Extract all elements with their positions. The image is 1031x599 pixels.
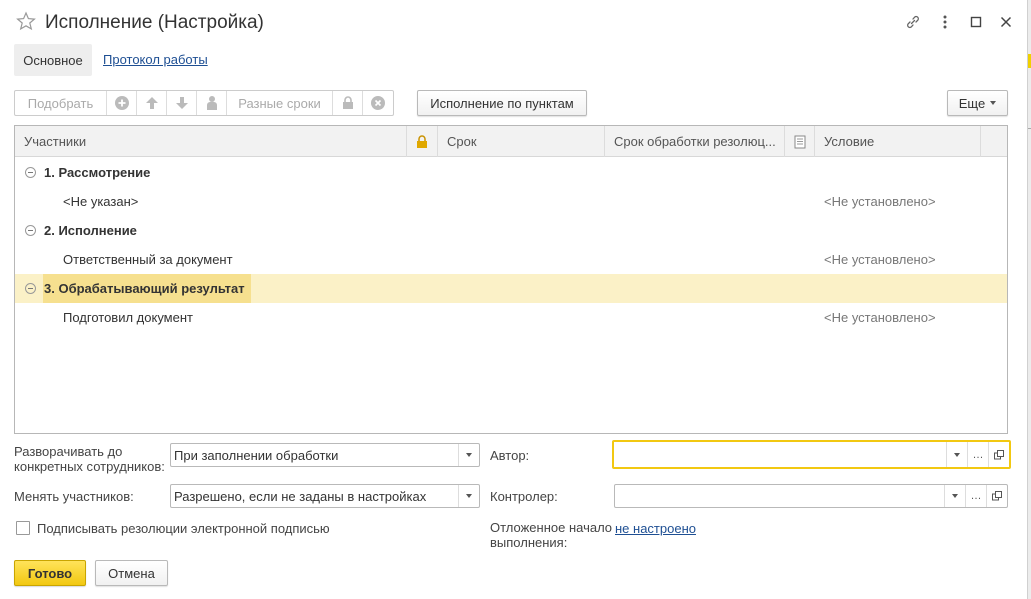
controller-field[interactable]: … (614, 484, 1008, 508)
table-row[interactable]: <Не указан> <Не установлено> (15, 187, 1007, 216)
change-participants-label: Менять участников: (14, 489, 134, 504)
more-menu-button[interactable]: Еще (947, 90, 1008, 116)
column-spacer (981, 126, 1007, 157)
table-row-selected[interactable]: 3. Обрабатывающий результат (15, 274, 1007, 303)
select-ellipsis-icon[interactable]: … (965, 485, 986, 507)
open-icon[interactable] (988, 442, 1009, 467)
user-icon[interactable] (197, 91, 227, 115)
participant-label: Ответственный за документ (63, 252, 233, 267)
change-participants-value: Разрешено, если не заданы в настройках (174, 489, 427, 504)
collapse-icon[interactable] (25, 225, 36, 236)
dropdown-arrow-icon[interactable] (944, 485, 965, 507)
lock-icon[interactable] (333, 91, 363, 115)
tab-main[interactable]: Основное (14, 44, 92, 76)
participant-label: Подготовил документ (63, 310, 193, 325)
column-document-icon[interactable] (785, 126, 815, 157)
dropdown-arrow-icon[interactable] (458, 444, 479, 466)
sign-resolutions-checkbox[interactable] (16, 521, 30, 535)
table-row[interactable]: 2. Исполнение (15, 216, 1007, 245)
expand-to-employees-select[interactable]: При заполнении обработки (170, 443, 480, 467)
done-button[interactable]: Готово (14, 560, 86, 586)
link-icon[interactable] (903, 12, 923, 32)
table-row[interactable]: 1. Рассмотрение (15, 158, 1007, 187)
table-row[interactable]: Ответственный за документ <Не установлен… (15, 245, 1007, 274)
chevron-down-icon (990, 101, 997, 105)
expand-to-employees-value: При заполнении обработки (174, 448, 339, 463)
close-icon[interactable] (996, 12, 1016, 32)
open-icon[interactable] (986, 485, 1007, 507)
table-toolbar: Подобрать Разные сроки (14, 90, 394, 116)
more-label: Еще (958, 95, 986, 111)
dropdown-arrow-icon[interactable] (946, 442, 967, 467)
move-up-icon[interactable] (137, 91, 167, 115)
participants-table[interactable]: Участники Срок Срок обработки резолюц...… (14, 125, 1008, 434)
column-lock-icon[interactable] (407, 126, 438, 157)
collapse-icon[interactable] (25, 167, 36, 178)
settings-window: Исполнение (Настройка) Основное Протокол… (0, 0, 1028, 599)
group-label: 3. Обрабатывающий результат (44, 281, 245, 296)
column-condition[interactable]: Условие (815, 126, 981, 157)
author-label: Автор: (490, 448, 530, 463)
execution-by-items-button[interactable]: Исполнение по пунктам (417, 90, 587, 116)
table-header: Участники Срок Срок обработки резолюц...… (15, 126, 1007, 157)
deferred-start-link[interactable]: не настроено (615, 521, 696, 536)
move-down-icon[interactable] (167, 91, 197, 115)
select-ellipsis-icon[interactable]: … (967, 442, 988, 467)
favorite-star-icon[interactable] (16, 11, 36, 31)
different-terms-button[interactable]: Разные сроки (227, 91, 333, 115)
group-label: 1. Рассмотрение (44, 165, 151, 180)
column-term[interactable]: Срок (438, 126, 605, 157)
more-vertical-icon[interactable] (935, 12, 955, 32)
sign-resolutions-label: Подписывать резолюции электронной подпис… (37, 521, 330, 536)
group-label: 2. Исполнение (44, 223, 137, 238)
tab-work-log[interactable]: Протокол работы (103, 52, 208, 67)
condition-value: <Не установлено> (824, 310, 936, 325)
condition-value: <Не установлено> (824, 252, 936, 267)
title-bar: Исполнение (Настройка) (0, 0, 1028, 44)
participant-label: <Не указан> (63, 194, 139, 209)
maximize-icon[interactable] (966, 12, 986, 32)
window-title: Исполнение (Настройка) (45, 12, 264, 33)
expand-to-employees-label: Разворачивать до конкретных сотрудников: (14, 444, 165, 474)
cancel-button[interactable]: Отмена (95, 560, 168, 586)
delete-icon[interactable] (363, 91, 393, 115)
author-field[interactable]: … (612, 440, 1011, 469)
condition-value: <Не установлено> (824, 194, 936, 209)
collapse-icon[interactable] (25, 283, 36, 294)
add-icon[interactable] (107, 91, 137, 115)
deferred-start-label: Отложенное начало выполнения: (490, 520, 613, 550)
column-participants[interactable]: Участники (15, 126, 407, 157)
dropdown-arrow-icon[interactable] (458, 485, 479, 507)
table-row[interactable]: Подготовил документ <Не установлено> (15, 303, 1007, 332)
column-processing-term[interactable]: Срок обработки резолюц... (605, 126, 785, 157)
controller-label: Контролер: (490, 489, 558, 504)
pick-button[interactable]: Подобрать (15, 91, 107, 115)
change-participants-select[interactable]: Разрешено, если не заданы в настройках (170, 484, 480, 508)
